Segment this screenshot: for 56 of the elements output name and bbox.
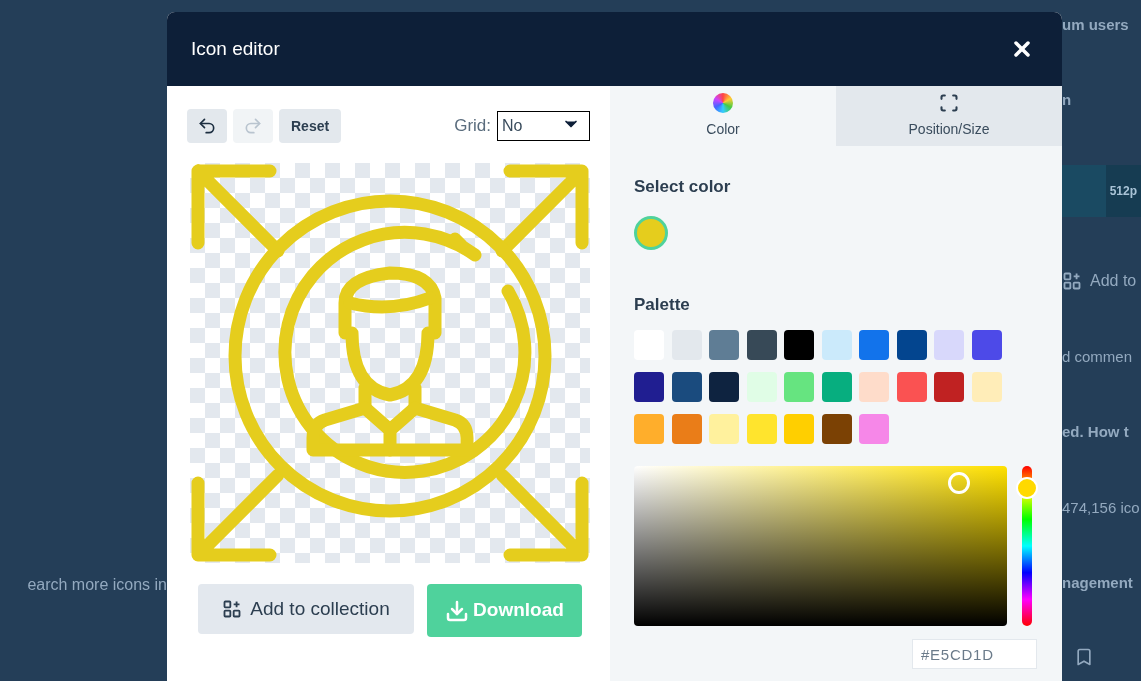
background-text: um users (1062, 15, 1129, 35)
undo-icon (197, 116, 217, 136)
background-text: n (1062, 90, 1072, 111)
palette-swatch[interactable] (746, 330, 777, 360)
palette-swatch[interactable] (784, 330, 814, 360)
background-text: nagement (1062, 572, 1133, 593)
bookmark-icon (1074, 647, 1094, 667)
add-to-collection-button[interactable]: Add to collection (198, 584, 414, 634)
palette-swatch[interactable] (896, 330, 927, 360)
background-text: 474,156 ico (1062, 497, 1140, 518)
palette-swatch[interactable] (821, 372, 852, 402)
palette-swatch[interactable] (671, 414, 702, 444)
saturation-picker[interactable] (634, 466, 1007, 626)
picker-handle[interactable] (948, 472, 970, 494)
palette-swatch[interactable] (784, 414, 814, 444)
palette-swatch[interactable] (896, 372, 927, 402)
palette-swatch[interactable] (934, 330, 964, 360)
palette-swatch[interactable] (859, 414, 889, 444)
undo-button[interactable] (187, 109, 227, 143)
palette-swatch[interactable] (859, 372, 889, 402)
palette-swatch[interactable] (634, 372, 664, 402)
palette-swatch[interactable] (784, 372, 814, 402)
size-label: 512p (1105, 164, 1141, 217)
palette-swatch[interactable] (821, 330, 852, 360)
reset-button[interactable]: Reset (279, 109, 342, 143)
background-text: d commen (1062, 347, 1133, 367)
palette-swatch[interactable] (746, 414, 777, 444)
palette-swatch[interactable] (709, 414, 739, 444)
selected-color-swatch[interactable] (634, 215, 668, 250)
section-title: Select color (634, 176, 732, 198)
background-text: ed. How t (1062, 422, 1129, 443)
add-collection-icon (1062, 271, 1082, 292)
color-wheel-icon (713, 92, 733, 113)
add-collection-icon (222, 599, 243, 619)
palette-swatch[interactable] (671, 372, 702, 402)
palette-swatch[interactable] (821, 414, 852, 444)
background-text: Add to (1090, 271, 1137, 292)
section-title: Palette (634, 293, 691, 316)
hue-thumb[interactable] (1016, 477, 1038, 500)
palette-swatch[interactable] (634, 414, 664, 444)
grid-label: Grid: (454, 115, 491, 138)
download-icon (445, 598, 470, 623)
background-text: earch more icons in (27, 575, 167, 595)
palette-swatch[interactable] (971, 372, 1002, 402)
hex-input[interactable]: #E5CD1D (912, 639, 1037, 669)
hue-slider[interactable] (1016, 466, 1038, 626)
grid-select[interactable]: No (497, 111, 590, 141)
palette-swatch[interactable] (709, 372, 739, 402)
palette-swatch[interactable] (971, 330, 1002, 360)
palette-swatch[interactable] (859, 330, 889, 360)
palette-swatch[interactable] (709, 330, 739, 360)
palette-swatch[interactable] (934, 372, 964, 402)
resize-icon (939, 92, 959, 113)
redo-icon (243, 116, 263, 136)
editor-tab[interactable]: Position/Size (836, 86, 1062, 146)
dialog-title: Icon editor (191, 36, 280, 61)
